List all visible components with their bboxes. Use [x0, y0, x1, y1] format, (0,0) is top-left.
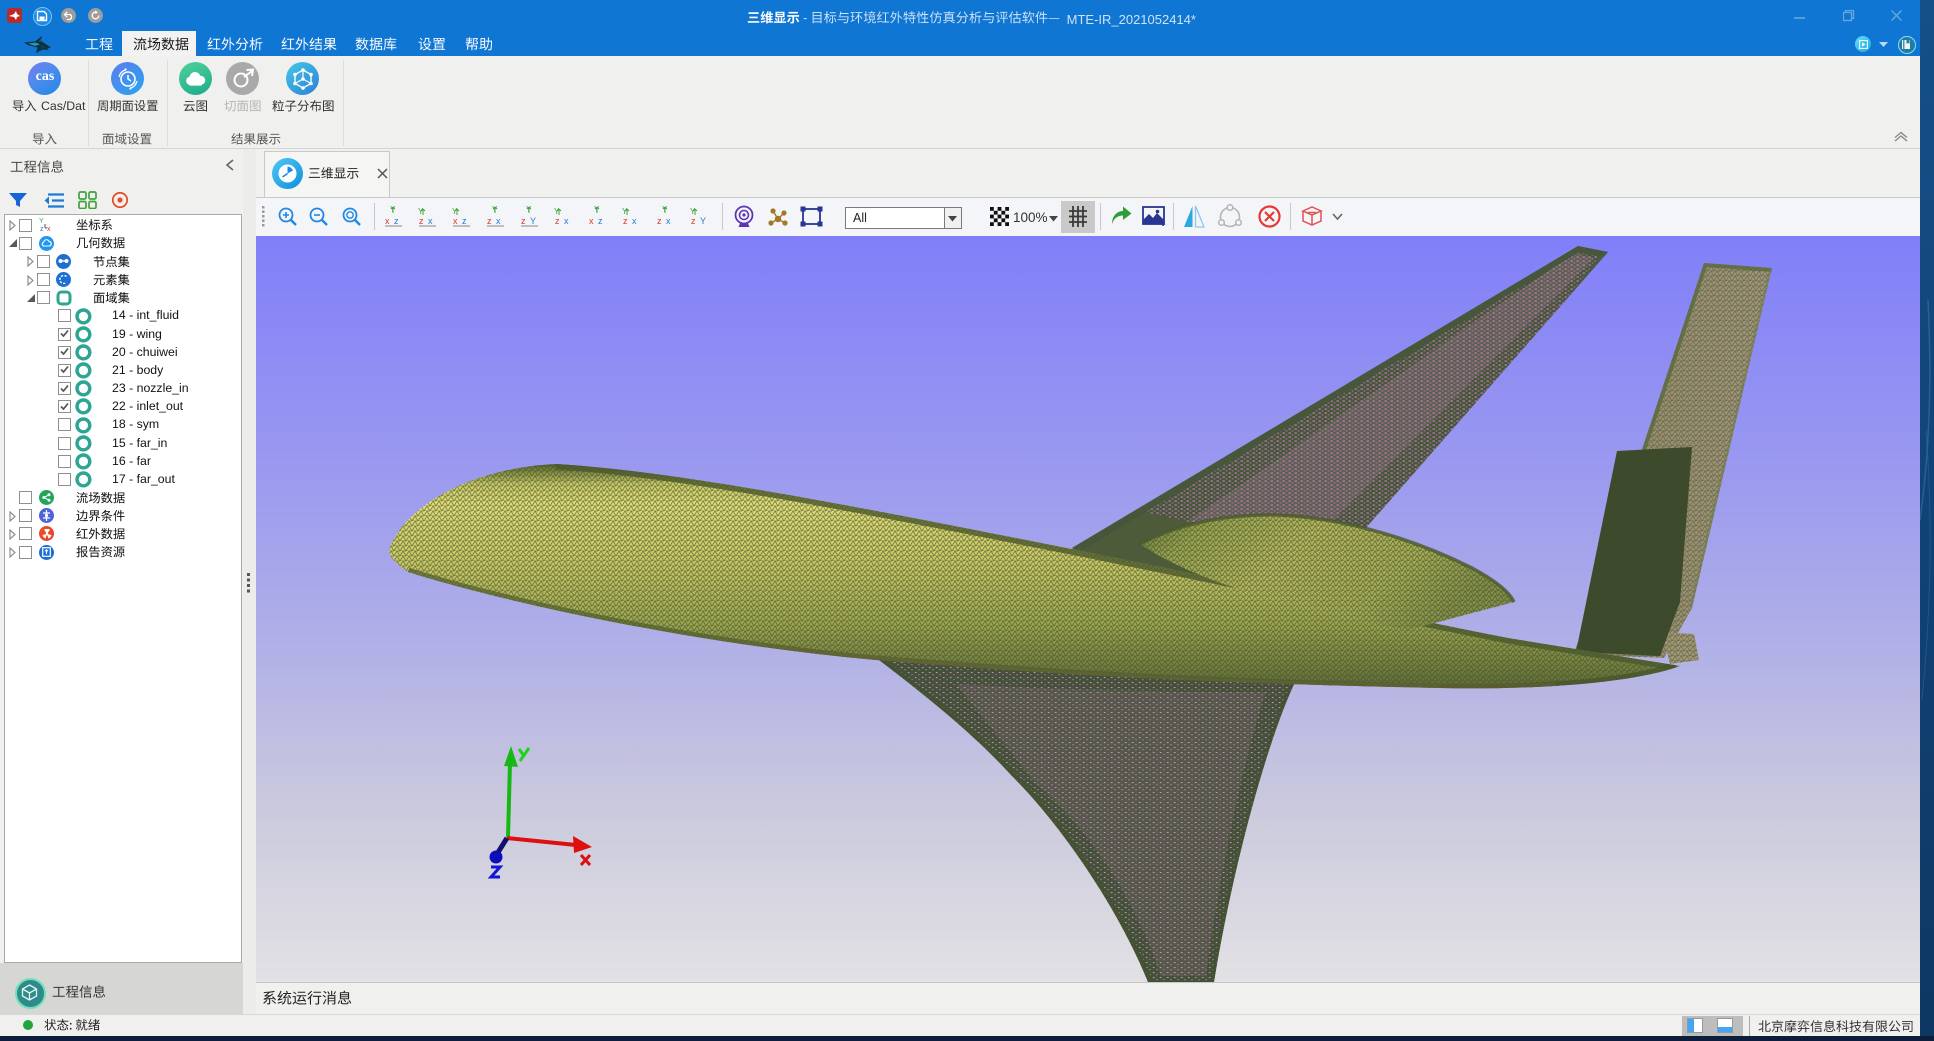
svg-text:Y: Y: [530, 216, 536, 226]
svg-text:x: x: [632, 216, 637, 226]
svg-text:z: z: [691, 216, 696, 226]
svg-text:z: z: [623, 216, 628, 226]
svg-text:z: z: [598, 216, 603, 226]
svg-text:z: z: [521, 216, 526, 226]
svg-text:z: z: [487, 216, 492, 226]
svg-text:z: z: [419, 216, 424, 226]
svg-text:Y: Y: [700, 216, 706, 226]
svg-text:z: z: [462, 216, 467, 226]
svg-text:x: x: [47, 226, 51, 233]
svg-text:x: x: [496, 216, 501, 226]
svg-text:x: x: [385, 216, 390, 226]
svg-text:z: z: [394, 216, 399, 226]
svg-text:z: z: [657, 216, 662, 226]
svg-text:Y: Y: [39, 218, 44, 225]
svg-text:x: x: [589, 216, 594, 226]
svg-text:x: x: [453, 216, 458, 226]
svg-text:x: x: [564, 216, 569, 226]
svg-text:x: x: [666, 216, 671, 226]
svg-text:z: z: [555, 216, 560, 226]
svg-text:x: x: [428, 216, 433, 226]
svg-text:z: z: [40, 226, 44, 233]
